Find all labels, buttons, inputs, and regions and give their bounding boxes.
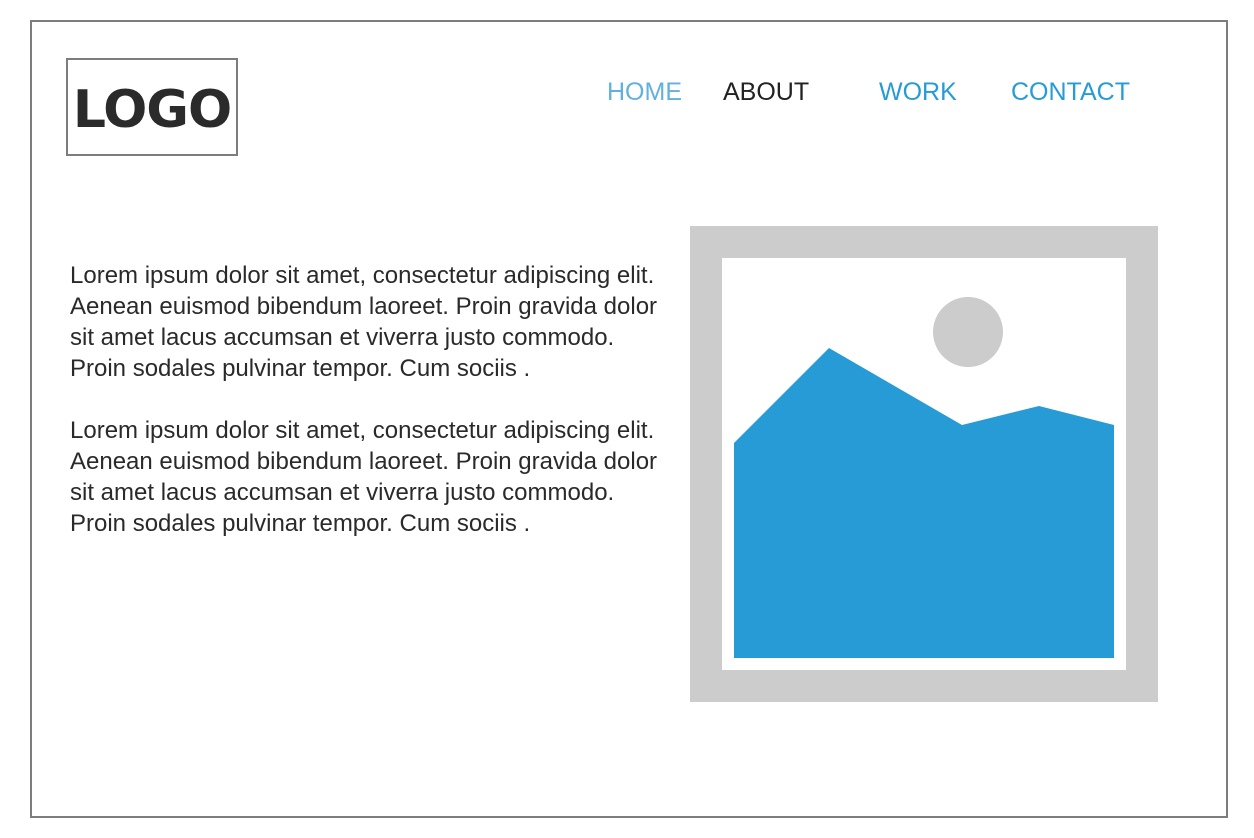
body-paragraph: Lorem ipsum dolor sit amet, consectetur … (70, 262, 658, 382)
nav-item-work[interactable]: WORK (879, 74, 957, 110)
image-placeholder (690, 226, 1158, 702)
image-placeholder-icon (690, 226, 1158, 702)
nav-item-home[interactable]: HOME (607, 74, 682, 110)
main-content: Lorem ipsum dolor sit amet, consectetur … (70, 260, 670, 570)
sun-shape (933, 297, 1003, 367)
main-nav: HOME ABOUT WORK CONTACT (0, 74, 1254, 110)
nav-item-about[interactable]: ABOUT (723, 74, 809, 110)
nav-item-contact[interactable]: CONTACT (1011, 74, 1130, 110)
body-paragraph: Lorem ipsum dolor sit amet, consectetur … (70, 417, 658, 537)
